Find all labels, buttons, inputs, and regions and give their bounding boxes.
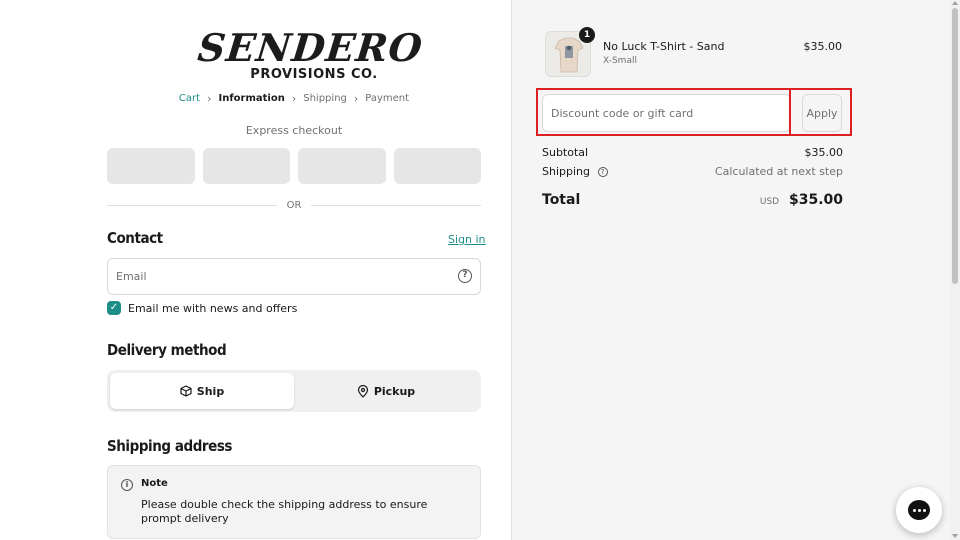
logo-main-text: SENDERO — [195, 25, 426, 70]
newsletter-option[interactable]: ✓ Email me with news and offers — [107, 301, 297, 315]
newsletter-checkbox[interactable]: ✓ — [107, 301, 121, 315]
currency-code: USD — [759, 197, 780, 207]
express-checkout-label: Express checkout — [245, 124, 343, 137]
chevron-right-icon: › — [207, 92, 212, 105]
subtotal-value: $35.00 — [804, 146, 844, 159]
note-title: Note — [141, 478, 168, 489]
express-pay-button-1[interactable] — [107, 148, 195, 184]
sign-in-link[interactable]: Sign in — [448, 233, 486, 246]
question-circle-icon[interactable]: ? — [597, 167, 608, 177]
location-pin-icon — [357, 384, 368, 398]
express-pay-button-4[interactable] — [393, 148, 481, 184]
breadcrumb-payment: Payment — [365, 93, 410, 104]
chat-button[interactable] — [896, 487, 942, 533]
breadcrumb-shipping: Shipping — [303, 93, 347, 104]
highlight-frame — [789, 88, 802, 136]
logo-sub-text: PROVISIONS CO. — [250, 67, 378, 82]
chat-bubble-icon — [908, 500, 930, 520]
apply-discount-button[interactable]: Apply — [802, 94, 842, 132]
email-field[interactable] — [108, 259, 428, 294]
shipping-note-box: i Note Please double check the shipping … — [107, 465, 481, 539]
scroll-up-arrow-icon[interactable] — [952, 1, 958, 5]
express-pay-button-3[interactable] — [298, 148, 386, 184]
delivery-option-ship[interactable]: Ship — [110, 373, 294, 409]
note-text: Please double check the shipping address… — [141, 498, 428, 525]
shipping-value: Calculated at next step — [714, 165, 843, 178]
page-scrollbar[interactable] — [950, 0, 960, 540]
delivery-method-toggle: Ship Pickup — [107, 370, 481, 412]
chevron-right-icon: › — [291, 92, 297, 105]
express-checkout-buttons — [107, 148, 481, 184]
chevron-right-icon: › — [353, 92, 359, 105]
product-variant: X-Small — [603, 56, 637, 66]
product-price: $35.00 — [803, 40, 843, 53]
subtotal-label: Subtotal — [542, 146, 589, 159]
newsletter-label: Email me with news and offers — [128, 301, 298, 315]
brand-logo[interactable]: SENDERO PROVISIONS CO. — [195, 25, 426, 84]
subtotal-row: Subtotal $35.00 — [542, 146, 843, 159]
delivery-option-label: Ship — [196, 384, 225, 398]
quantity-badge: 1 — [579, 27, 595, 43]
checkout-form-panel: SENDERO PROVISIONS CO. Cart › Informatio… — [0, 0, 511, 540]
shipping-label: Shipping — [542, 165, 590, 178]
discount-code-input[interactable] — [543, 95, 783, 131]
contact-heading: Contact — [107, 229, 163, 247]
breadcrumb-information: Information — [218, 93, 285, 104]
shipping-address-heading: Shipping address — [107, 437, 233, 455]
divider-line — [311, 205, 482, 206]
breadcrumb: Cart › Information › Shipping › Payment — [0, 92, 588, 105]
express-pay-button-2[interactable] — [202, 148, 290, 184]
shipping-row: Shipping ? Calculated at next step — [542, 165, 843, 178]
box-icon — [180, 385, 192, 397]
discount-field-wrapper — [542, 94, 791, 132]
total-label: Total — [542, 192, 581, 208]
divider-line — [107, 205, 277, 206]
delivery-method-heading: Delivery method — [107, 341, 227, 359]
scroll-down-arrow-icon[interactable] — [952, 534, 958, 538]
delivery-option-pickup[interactable]: Pickup — [294, 373, 478, 409]
delivery-option-label: Pickup — [373, 384, 416, 398]
or-divider: OR — [107, 200, 482, 211]
total-value: $35.00 — [788, 192, 843, 208]
scrollbar-thumb[interactable] — [952, 8, 958, 284]
breadcrumb-cart[interactable]: Cart — [179, 93, 200, 104]
info-icon: i — [121, 479, 133, 491]
total-row: Total USD $35.00 — [542, 192, 843, 208]
email-field-wrapper: ? — [107, 258, 481, 295]
product-name: No Luck T-Shirt - Sand — [603, 40, 725, 53]
order-summary-panel: 1 No Luck T-Shirt - Sand X-Small $35.00 … — [511, 0, 960, 540]
or-text: OR — [286, 200, 302, 211]
question-circle-icon[interactable]: ? — [458, 269, 472, 283]
